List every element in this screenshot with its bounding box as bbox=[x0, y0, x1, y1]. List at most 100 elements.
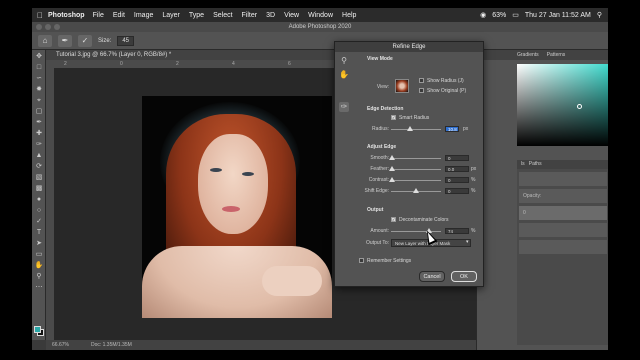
menu-select[interactable]: Select bbox=[213, 12, 232, 19]
hand-tool-icon[interactable]: ✋ bbox=[339, 70, 349, 80]
decontaminate-colors-label: Decontaminate Colors bbox=[399, 217, 449, 223]
rectangle-tool-icon[interactable]: ▭ bbox=[34, 251, 44, 259]
tab-gradients[interactable]: Gradients bbox=[517, 50, 539, 60]
wifi-icon[interactable]: ◉ bbox=[480, 11, 486, 19]
clock[interactable]: Thu 27 Jan 11:52 AM bbox=[525, 12, 591, 19]
lips bbox=[222, 206, 240, 212]
ok-button[interactable]: OK bbox=[451, 271, 477, 282]
menu-filter[interactable]: Filter bbox=[242, 12, 258, 19]
home-icon[interactable]: ⌂ bbox=[38, 34, 52, 47]
layers-panel: ls Paths Opacity: 0 bbox=[517, 160, 608, 345]
layer-row[interactable] bbox=[519, 240, 607, 254]
menu-file[interactable]: File bbox=[93, 12, 104, 19]
search-icon[interactable]: ⚲ bbox=[597, 11, 602, 19]
feather-unit: px bbox=[471, 166, 477, 172]
quick-selection-tool-icon[interactable]: ✸ bbox=[34, 86, 44, 94]
stamp-tool-icon[interactable]: ▲ bbox=[34, 152, 44, 160]
feather-slider-knob[interactable] bbox=[389, 166, 395, 171]
radius-input[interactable]: 10.8 bbox=[445, 126, 459, 132]
pen-tool-icon[interactable]: ✓ bbox=[34, 218, 44, 226]
foreground-color-swatch[interactable] bbox=[34, 326, 41, 333]
eraser-tool-icon[interactable]: ▧ bbox=[34, 174, 44, 182]
size-input[interactable]: 45 bbox=[117, 35, 135, 46]
marquee-tool-icon[interactable]: □ bbox=[34, 64, 44, 72]
tab-layers[interactable]: ls bbox=[521, 161, 525, 167]
menu-view[interactable]: View bbox=[284, 12, 299, 19]
layer-filter-row[interactable] bbox=[519, 172, 607, 186]
menu-edit[interactable]: Edit bbox=[113, 12, 125, 19]
color-field[interactable] bbox=[517, 64, 608, 146]
zoom-tool-icon[interactable]: ⚲ bbox=[34, 273, 44, 281]
shift-edge-slider-knob[interactable] bbox=[413, 188, 419, 193]
brush-tool-icon[interactable]: ✑ bbox=[34, 141, 44, 149]
show-radius-checkbox[interactable] bbox=[419, 78, 424, 83]
close-window-button[interactable] bbox=[36, 24, 42, 30]
status-items: ◉ 63% ▭ Thu 27 Jan 11:52 AM ⚲ bbox=[480, 11, 608, 20]
frame-tool-icon[interactable]: ▢ bbox=[34, 108, 44, 116]
feather-slider[interactable] bbox=[391, 169, 441, 170]
battery-icon[interactable]: ▭ bbox=[512, 11, 519, 19]
shift-edge-input[interactable]: 0 bbox=[445, 188, 469, 194]
smooth-input[interactable]: 0 bbox=[445, 155, 469, 161]
smart-radius-checkbox[interactable]: ✓ bbox=[391, 115, 396, 120]
lasso-tool-icon[interactable]: ∽ bbox=[34, 75, 44, 83]
gradient-tool-icon[interactable]: ▩ bbox=[34, 185, 44, 193]
feather-input[interactable]: 0.0 bbox=[445, 166, 469, 172]
ruler-tick: 6 bbox=[288, 61, 291, 67]
portrait-image[interactable] bbox=[142, 96, 332, 318]
smooth-slider-knob[interactable] bbox=[389, 155, 395, 160]
tab-patterns[interactable]: Patterns bbox=[547, 50, 566, 60]
show-radius-label: Show Radius (J) bbox=[427, 78, 464, 84]
amount-input[interactable]: 74 bbox=[445, 228, 469, 234]
zoom-tool-icon[interactable]: ⚲ bbox=[339, 56, 349, 66]
menu-image[interactable]: Image bbox=[134, 12, 153, 19]
eyedropper-tool-icon[interactable]: ✒ bbox=[34, 119, 44, 127]
options-bar: ⌂ ✒ ✓ Size: 45 bbox=[32, 32, 608, 50]
healing-tool-icon[interactable]: ✚ bbox=[34, 130, 44, 138]
type-tool-icon[interactable]: T bbox=[34, 229, 44, 237]
smooth-slider[interactable] bbox=[391, 158, 441, 159]
right-panels: Gradients Patterns ls Paths Opacity: 0 bbox=[476, 50, 608, 350]
left-eye bbox=[210, 168, 222, 172]
app-menu[interactable]: Photoshop bbox=[48, 12, 85, 19]
cancel-button[interactable]: Cancel bbox=[419, 271, 445, 282]
show-original-checkbox[interactable] bbox=[419, 88, 424, 93]
apple-icon[interactable]:  bbox=[32, 11, 48, 20]
decontaminate-colors-checkbox[interactable]: ✓ bbox=[391, 217, 396, 222]
path-selection-tool-icon[interactable]: ➤ bbox=[34, 240, 44, 248]
menu-help[interactable]: Help bbox=[342, 12, 356, 19]
move-tool-icon[interactable]: ✥ bbox=[34, 53, 44, 61]
contrast-slider-knob[interactable] bbox=[389, 177, 395, 182]
status-bar: 66.67% Doc: 1.35M/1.35M bbox=[46, 340, 476, 350]
doc-size[interactable]: Doc: 1.35M/1.35M bbox=[91, 340, 132, 350]
view-label: View: bbox=[376, 84, 389, 90]
blur-tool-icon[interactable]: ● bbox=[34, 196, 44, 204]
minimize-window-button[interactable] bbox=[45, 24, 51, 30]
zoom-level[interactable]: 66.67% bbox=[52, 340, 69, 350]
opacity-row[interactable]: Opacity: bbox=[519, 189, 607, 203]
more-tools-icon[interactable]: ⋯ bbox=[34, 284, 44, 292]
radius-slider-knob[interactable] bbox=[407, 126, 413, 131]
layer-row[interactable]: 0 bbox=[519, 206, 607, 220]
refine-radius-brush-icon[interactable]: ✑ bbox=[339, 102, 349, 112]
menu-window[interactable]: Window bbox=[308, 12, 333, 19]
dodge-tool-icon[interactable]: ○ bbox=[34, 207, 44, 215]
zoom-window-button[interactable] bbox=[54, 24, 60, 30]
crop-tool-icon[interactable]: ⌖ bbox=[34, 97, 44, 105]
contrast-input[interactable]: 0 bbox=[445, 177, 469, 183]
chevron-down-icon[interactable]: ▾ bbox=[466, 239, 469, 245]
menu-layer[interactable]: Layer bbox=[162, 12, 180, 19]
brush-mode-icon[interactable]: ✓ bbox=[78, 34, 92, 47]
remember-settings-checkbox[interactable] bbox=[359, 258, 364, 263]
brush-preset-icon[interactable]: ✒ bbox=[58, 34, 72, 47]
hand-tool-icon[interactable]: ✋ bbox=[34, 262, 44, 270]
view-mode-thumbnail[interactable] bbox=[395, 79, 409, 93]
color-picker-cursor[interactable] bbox=[577, 104, 582, 109]
layer-row[interactable] bbox=[519, 223, 607, 237]
history-brush-tool-icon[interactable]: ⟳ bbox=[34, 163, 44, 171]
menu-type[interactable]: Type bbox=[189, 12, 204, 19]
radius-slider[interactable] bbox=[391, 129, 441, 130]
tab-paths[interactable]: Paths bbox=[529, 161, 542, 167]
contrast-slider[interactable] bbox=[391, 180, 441, 181]
menu-3d[interactable]: 3D bbox=[266, 12, 275, 19]
